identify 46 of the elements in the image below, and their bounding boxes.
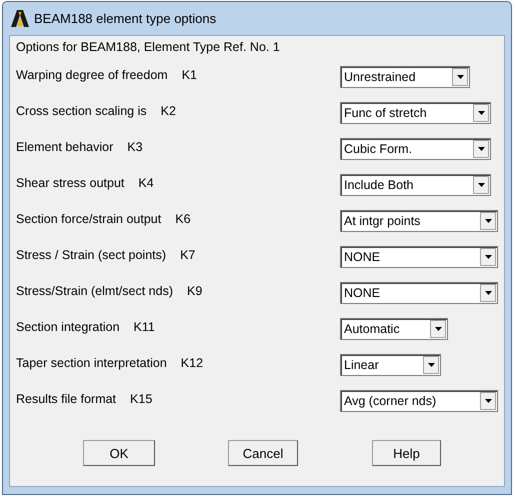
dropdown-arrow-icon	[478, 111, 484, 115]
option-label: Shear stress output	[16, 176, 124, 190]
dropdown[interactable]: Automatic	[340, 318, 448, 340]
dropdown-arrow-icon	[434, 327, 442, 331]
option-key: K11	[134, 320, 155, 334]
dropdown[interactable]: At intgr points	[340, 210, 498, 232]
dialog-button[interactable]: OK	[83, 440, 155, 466]
option-label: Stress / Strain (sect points)	[16, 248, 166, 262]
option-label: Results file format	[16, 392, 116, 406]
option-label: Section force/strain output	[16, 212, 162, 226]
dropdown-arrow-icon	[484, 291, 492, 295]
dropdown[interactable]: NONE	[340, 246, 498, 268]
option-label: Element behavior	[16, 140, 114, 154]
dropdown[interactable]: Unrestrained	[340, 66, 470, 88]
option-key: K2	[160, 104, 176, 118]
dropdown[interactable]: Func of stretch	[340, 102, 491, 124]
option-key: K1	[182, 68, 197, 82]
dialog-button[interactable]: Cancel	[228, 440, 298, 466]
option-label: Cross section scaling is	[16, 104, 147, 118]
dialog-heading: Options for BEAM188, Element Type Ref. No. 1	[16, 40, 281, 56]
option-key: K3	[127, 140, 143, 154]
option-label: Warping degree of freedom	[16, 68, 168, 82]
dropdown[interactable]: Include Both	[340, 174, 491, 196]
window-title: BEAM188 element type options	[34, 11, 216, 26]
dropdown-arrow-icon	[484, 255, 492, 259]
logo-icon	[11, 10, 29, 27]
option-label: Taper section interpretation	[16, 356, 167, 370]
dropdown-arrow-icon	[456, 75, 464, 79]
dropdown[interactable]: Cubic Form.	[340, 138, 491, 160]
option-key: K15	[130, 392, 152, 406]
dropdown[interactable]: Avg (corner nds)	[340, 390, 498, 412]
dropdown[interactable]: Linear	[340, 354, 441, 376]
dropdown-arrow-icon	[478, 183, 484, 187]
option-label: Stress/Strain (elmt/sect nds)	[16, 284, 173, 298]
option-key: K9	[187, 284, 202, 298]
option-key: K7	[180, 248, 196, 262]
option-key: K6	[175, 212, 191, 226]
dialog-button[interactable]: Help	[372, 440, 441, 466]
option-label: Section integration	[16, 320, 120, 334]
dropdown-arrow-icon	[484, 219, 492, 223]
option-key: K12	[180, 356, 204, 370]
dropdown-arrow-icon	[428, 363, 434, 367]
dropdown-arrow-icon	[484, 399, 492, 403]
option-key: K4	[138, 176, 154, 190]
dropdown[interactable]: NONE	[340, 282, 498, 304]
dropdown-arrow-icon	[478, 147, 484, 151]
